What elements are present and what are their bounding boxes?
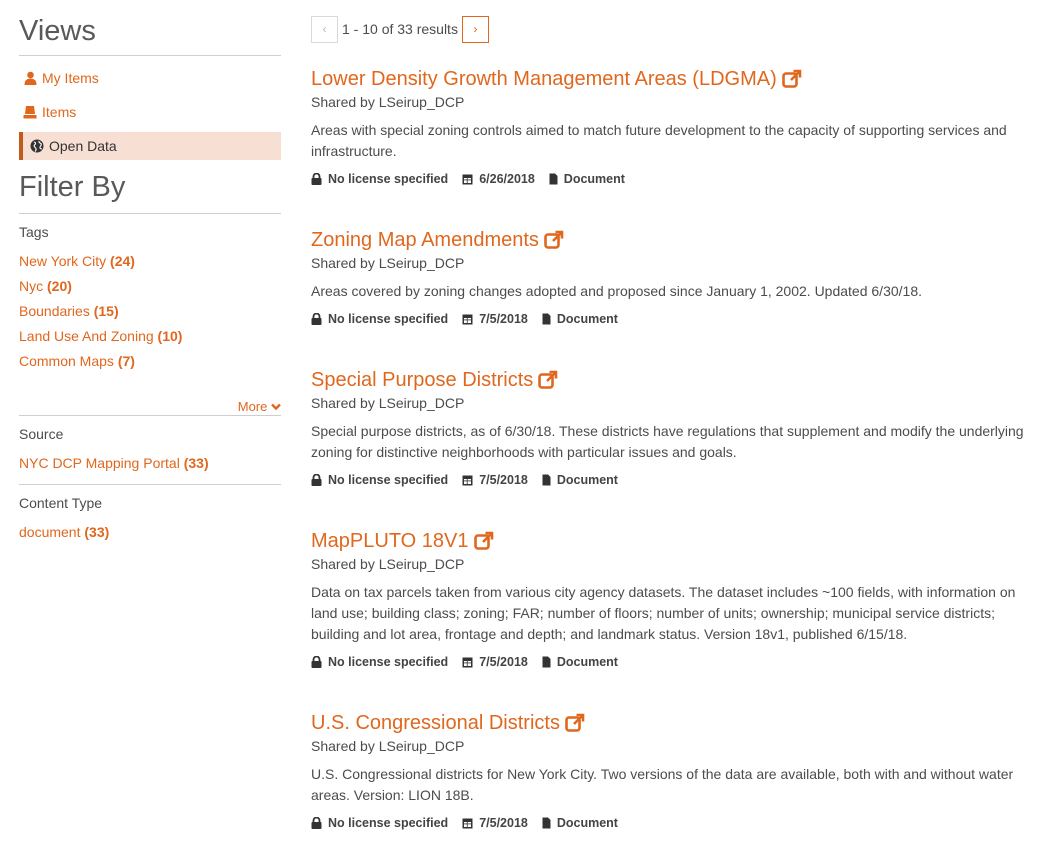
chevron-down-icon	[271, 399, 281, 414]
shared-by: Shared by LSeirup_DCP	[311, 556, 465, 572]
type-text: Document	[563, 172, 625, 186]
external-link-icon	[538, 370, 558, 390]
calendar-icon	[462, 818, 473, 829]
filter-heading: Filter By	[19, 171, 126, 203]
view-items[interactable]: Items	[19, 98, 281, 126]
result-meta: No license specified 7/5/2018 Document	[311, 310, 1039, 328]
result-meta: No license specified 7/5/2018 Document	[311, 653, 1039, 671]
result-meta: No license specified 7/5/2018 Document	[311, 814, 1039, 832]
user-icon	[23, 71, 37, 85]
items-icon	[23, 105, 37, 119]
tag-boundaries[interactable]: Boundaries (15)	[19, 302, 281, 327]
lock-icon	[311, 656, 322, 668]
result-item: U.S. Congressional Districts Shared by L…	[311, 710, 1039, 832]
type-text: Document	[556, 655, 618, 669]
source-label: Source	[19, 426, 64, 442]
view-label: Open Data	[49, 138, 117, 154]
result-item: Special Purpose Districts Shared by LSei…	[311, 367, 1039, 489]
result-item: Lower Density Growth Management Areas (L…	[311, 66, 1039, 188]
lock-icon	[311, 313, 322, 325]
result-meta: No license specified 7/5/2018 Document	[311, 471, 1039, 489]
lock-icon	[311, 817, 322, 829]
globe-icon	[30, 139, 44, 153]
tag-new-york-city[interactable]: New York City (24)	[19, 252, 281, 277]
date-text: 7/5/2018	[479, 312, 528, 326]
license-text: No license specified	[328, 473, 449, 487]
result-description: Areas with special zoning controls aimed…	[311, 122, 1007, 159]
content-type-label: Content Type	[19, 495, 103, 511]
result-title-link[interactable]: U.S. Congressional Districts	[311, 710, 1039, 736]
view-label: My Items	[42, 70, 99, 86]
tag-nyc[interactable]: Nyc (20)	[19, 277, 281, 302]
lock-icon	[311, 474, 322, 486]
license-text: No license specified	[328, 655, 449, 669]
tags-list: New York City (24) Nyc (20) Boundaries (…	[19, 252, 281, 377]
view-label: Items	[42, 104, 77, 120]
calendar-icon	[462, 314, 473, 325]
type-text: Document	[556, 816, 618, 830]
license-text: No license specified	[328, 172, 449, 186]
result-description: Areas covered by zoning changes adopted …	[311, 283, 922, 299]
results-summary: 1 - 10 of 33 results	[342, 21, 458, 37]
shared-by: Shared by LSeirup_DCP	[311, 255, 465, 271]
result-description: Data on tax parcels taken from various c…	[311, 584, 1016, 642]
type-text: Document	[556, 473, 618, 487]
document-icon	[542, 313, 551, 325]
result-item: MapPLUTO 18V1 Shared by LSeirup_DCP Data…	[311, 528, 1039, 671]
shared-by: Shared by LSeirup_DCP	[311, 94, 465, 110]
result-title-link[interactable]: MapPLUTO 18V1	[311, 528, 1039, 554]
document-icon	[542, 474, 551, 486]
shared-by: Shared by LSeirup_DCP	[311, 395, 465, 411]
license-text: No license specified	[328, 816, 449, 830]
pager: ‹ 1 - 10 of 33 results ›	[311, 15, 1039, 43]
calendar-icon	[462, 475, 473, 486]
tags-label: Tags	[19, 224, 49, 240]
document-icon	[549, 173, 558, 185]
view-open-data[interactable]: Open Data	[19, 132, 281, 160]
result-description: Special purpose districts, as of 6/30/18…	[311, 423, 1024, 460]
divider	[19, 55, 281, 56]
more-tags-button[interactable]: More	[19, 377, 281, 414]
result-meta: No license specified 6/26/2018 Document	[311, 170, 1039, 188]
external-link-icon	[565, 713, 585, 733]
document-icon	[542, 817, 551, 829]
result-title-link[interactable]: Lower Density Growth Management Areas (L…	[311, 66, 1039, 92]
external-link-icon	[473, 531, 494, 551]
license-text: No license specified	[328, 312, 449, 326]
date-text: 7/5/2018	[479, 473, 528, 487]
date-text: 7/5/2018	[479, 655, 528, 669]
source-nyc-dcp-mapping-portal[interactable]: NYC DCP Mapping Portal (33)	[19, 454, 281, 479]
type-text: Document	[556, 312, 618, 326]
result-title-link[interactable]: Special Purpose Districts	[311, 367, 1039, 393]
result-item: Zoning Map Amendments Shared by LSeirup_…	[311, 227, 1039, 328]
date-text: 6/26/2018	[479, 172, 535, 186]
content-type-document[interactable]: document (33)	[19, 523, 281, 548]
prev-page-button[interactable]: ‹	[311, 15, 338, 43]
calendar-icon	[462, 174, 473, 185]
external-link-icon	[781, 69, 802, 89]
lock-icon	[311, 173, 322, 185]
tag-common-maps[interactable]: Common Maps (7)	[19, 352, 281, 377]
tag-land-use-and-zoning[interactable]: Land Use And Zoning (10)	[19, 327, 281, 352]
result-description: U.S. Congressional districts for New Yor…	[311, 766, 1014, 803]
views-heading: Views	[19, 15, 96, 47]
sidebar: Views My Items Items Open Data Filter By…	[19, 0, 281, 548]
next-page-button[interactable]: ›	[461, 15, 489, 43]
shared-by: Shared by LSeirup_DCP	[311, 738, 465, 754]
external-link-icon	[544, 230, 564, 250]
document-icon	[542, 656, 551, 668]
calendar-icon	[462, 657, 473, 668]
views-list: My Items Items Open Data	[19, 64, 281, 160]
result-title-link[interactable]: Zoning Map Amendments	[311, 227, 1039, 253]
results-main: ‹ 1 - 10 of 33 results › Lower Density G…	[311, 0, 1039, 830]
view-my-items[interactable]: My Items	[19, 64, 281, 92]
date-text: 7/5/2018	[479, 816, 528, 830]
